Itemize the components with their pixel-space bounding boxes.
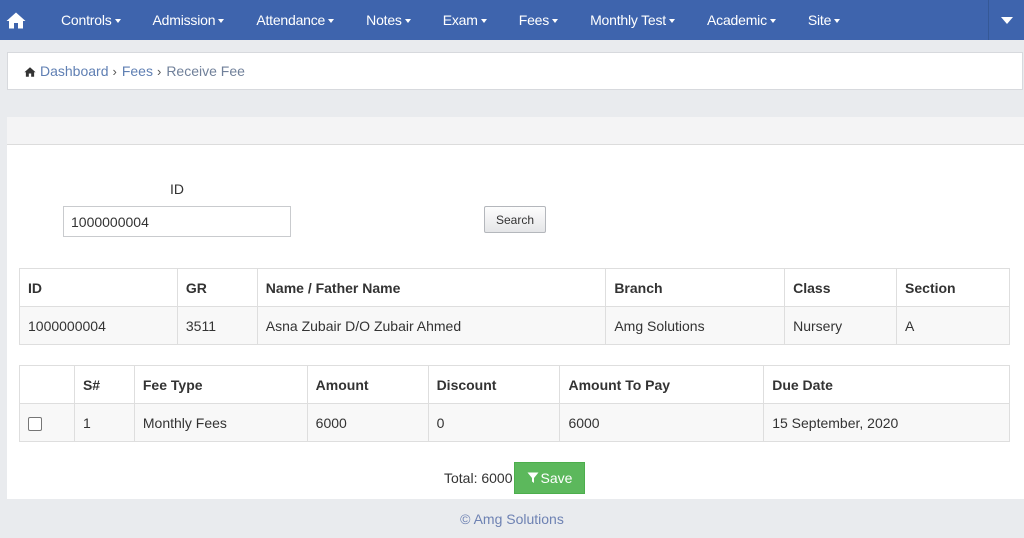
- breadcrumb-dashboard-link[interactable]: Dashboard: [40, 63, 109, 79]
- cell-id: 1000000004: [19, 306, 178, 345]
- panel-header: [7, 117, 1024, 145]
- id-input[interactable]: [63, 206, 291, 237]
- cell-fee-type: Monthly Fees: [133, 403, 308, 442]
- nav-item-monthly-test[interactable]: Monthly Test: [574, 0, 691, 40]
- home-icon: [24, 64, 36, 80]
- breadcrumb-separator: ›: [112, 63, 117, 79]
- footer-copyright: © Amg Solutions: [460, 510, 564, 527]
- nav-item-controls[interactable]: Controls: [45, 0, 137, 40]
- chevron-down-icon: [834, 19, 841, 23]
- footer: © Amg Solutions: [0, 499, 1024, 538]
- column-header-class: Class: [784, 268, 898, 307]
- column-header-amount-to-pay: Amount To Pay: [559, 365, 765, 404]
- nav-item-site[interactable]: Site: [792, 0, 856, 40]
- table-header-row: S# Fee Type Amount Discount Amount To Pa…: [19, 365, 1010, 404]
- save-button-label: Save: [540, 470, 573, 486]
- cell-gr: 3511: [176, 306, 258, 345]
- cell-due-date: 15 September, 2020: [763, 403, 1010, 442]
- cell-amount-to-pay: 6000: [559, 403, 765, 442]
- user-menu-toggle[interactable]: [988, 0, 1024, 40]
- chevron-down-icon: [669, 19, 675, 23]
- column-header-name: Name / Father Name: [256, 268, 607, 307]
- cell-select: [19, 403, 75, 442]
- search-button[interactable]: Search: [484, 206, 546, 233]
- nav-menu: Controls Admission Attendance Notes Exam…: [45, 0, 856, 40]
- nav-item-attendance[interactable]: Attendance: [240, 0, 350, 40]
- chevron-down-icon: [480, 19, 487, 23]
- table-row: 1000000004 3511 Asna Zubair D/O Zubair A…: [19, 306, 1010, 345]
- cell-serial: 1: [73, 403, 135, 442]
- column-header-fee-type: Fee Type: [133, 365, 308, 404]
- column-header-due-date: Due Date: [763, 365, 1010, 404]
- column-header-id: ID: [19, 268, 178, 307]
- chevron-down-icon: [114, 19, 121, 23]
- chevron-down-icon: [552, 19, 559, 23]
- column-header-discount: Discount: [427, 365, 561, 404]
- chevron-down-icon: [218, 19, 225, 23]
- cell-branch: Amg Solutions: [605, 306, 786, 345]
- nav-item-fees[interactable]: Fees: [503, 0, 574, 40]
- cell-amount: 6000: [306, 403, 429, 442]
- top-navbar: Controls Admission Attendance Notes Exam…: [0, 0, 1024, 40]
- column-header-gr: GR: [176, 268, 258, 307]
- chevron-down-icon: [769, 19, 776, 23]
- total-label: Total: 6000: [444, 470, 513, 486]
- filter-icon: [527, 472, 539, 483]
- column-header-amount: Amount: [306, 365, 429, 404]
- home-icon[interactable]: [1, 0, 31, 40]
- fee-select-checkbox[interactable]: [28, 417, 42, 431]
- chevron-down-icon: [404, 19, 411, 23]
- student-table: ID GR Name / Father Name Branch Class Se…: [19, 268, 1010, 345]
- breadcrumb-separator: ›: [156, 63, 162, 79]
- save-button[interactable]: Save: [514, 462, 585, 494]
- breadcrumb-fees-link[interactable]: Fees: [122, 63, 153, 79]
- cell-discount: 0: [427, 403, 561, 442]
- cell-class: Nursery: [784, 306, 898, 345]
- nav-item-academic[interactable]: Academic: [691, 0, 792, 40]
- table-row: 1 Monthly Fees 6000 0 6000 15 September,…: [19, 403, 1010, 442]
- breadcrumb: Dashboard › Fees › Receive Fee: [7, 52, 1023, 90]
- cell-section: A: [896, 306, 1010, 345]
- column-header-serial: S#: [73, 365, 135, 404]
- table-header-row: ID GR Name / Father Name Branch Class Se…: [19, 268, 1010, 307]
- column-header-branch: Branch: [605, 268, 786, 307]
- nav-item-exam[interactable]: Exam: [427, 0, 503, 40]
- column-header-section: Section: [896, 268, 1010, 307]
- nav-item-notes[interactable]: Notes: [350, 0, 427, 40]
- id-label: ID: [170, 181, 184, 197]
- caret-down-icon: [1000, 16, 1013, 24]
- breadcrumb-current: Receive Fee: [166, 63, 245, 79]
- chevron-down-icon: [328, 19, 335, 23]
- fee-table: S# Fee Type Amount Discount Amount To Pa…: [19, 365, 1010, 442]
- nav-item-admission[interactable]: Admission: [137, 0, 241, 40]
- column-header-select: [19, 365, 75, 404]
- cell-name: Asna Zubair D/O Zubair Ahmed: [256, 306, 607, 345]
- receive-fee-panel: ID Search ID GR Name / Father Name Branc…: [7, 117, 1024, 499]
